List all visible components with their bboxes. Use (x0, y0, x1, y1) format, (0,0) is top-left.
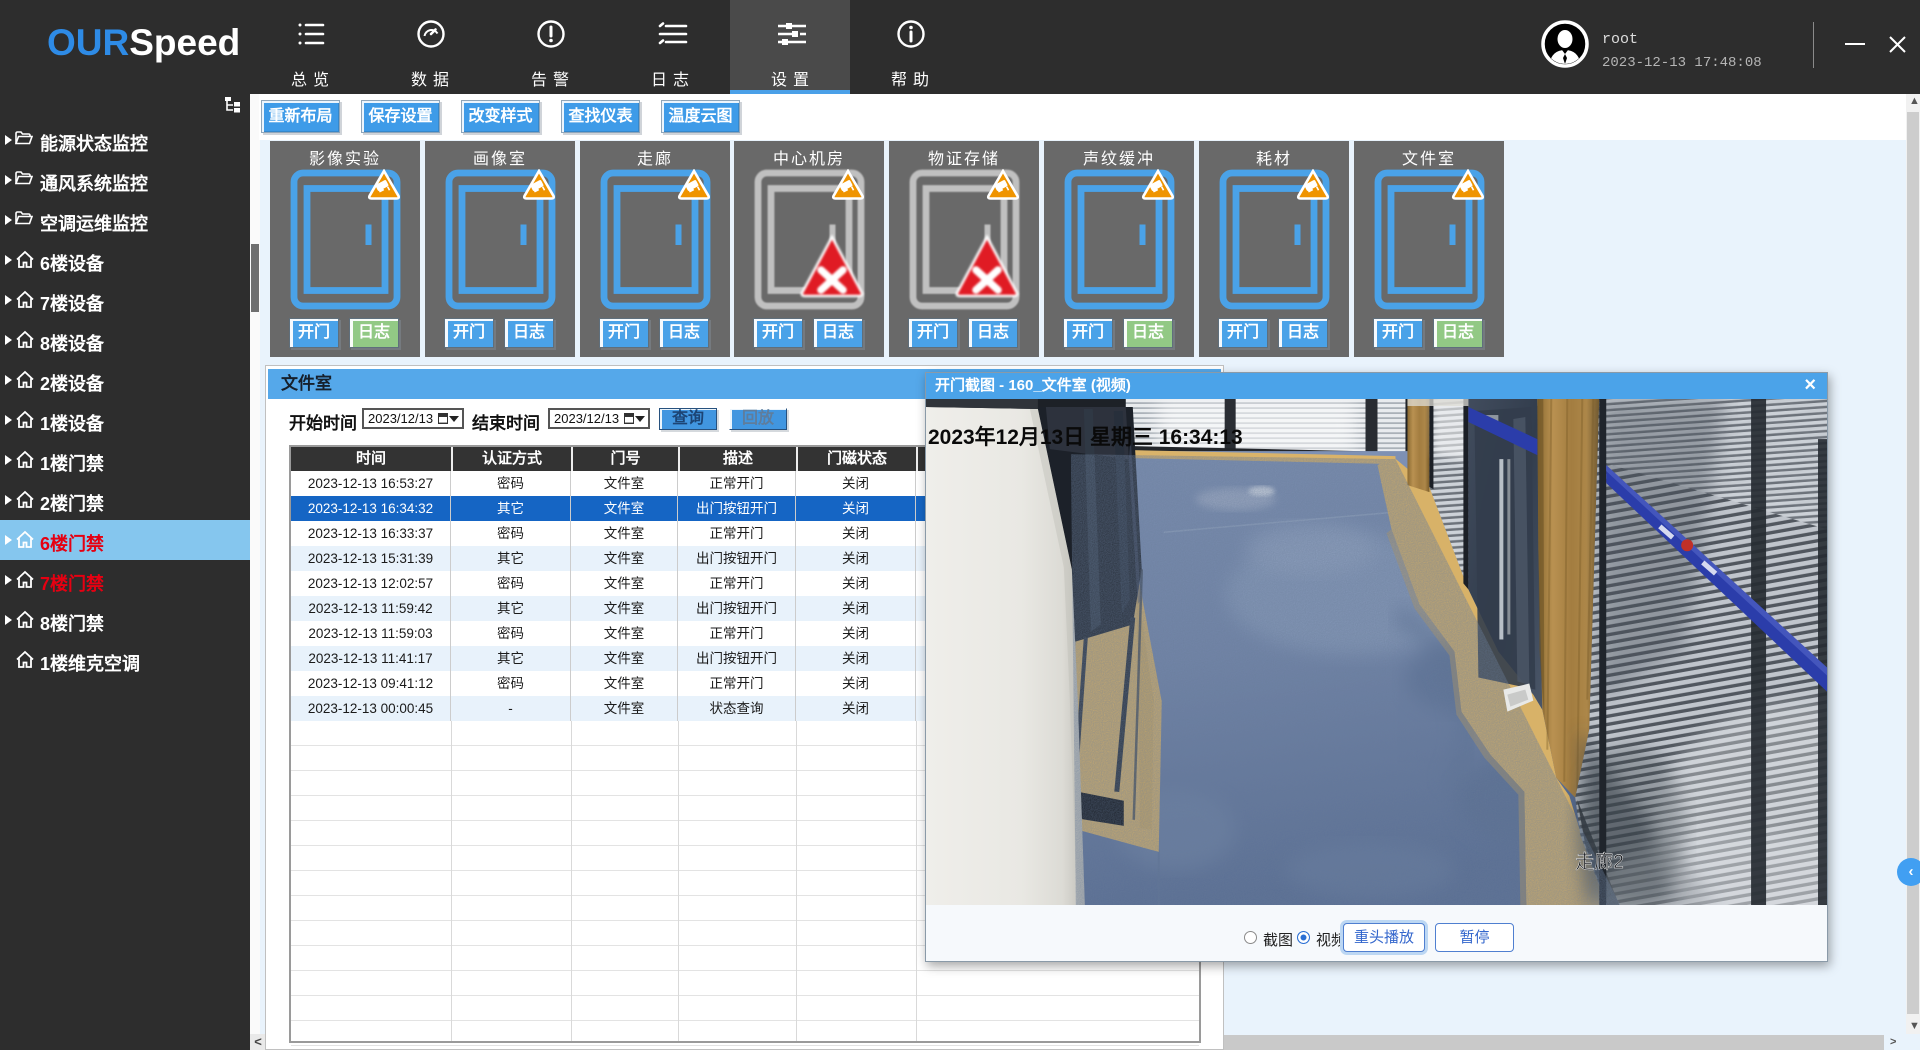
svg-text:走廊2: 走廊2 (1575, 851, 1624, 873)
svg-text:2023年12月13日 星期三 16:34:13: 2023年12月13日 星期三 16:34:13 (928, 425, 1243, 449)
